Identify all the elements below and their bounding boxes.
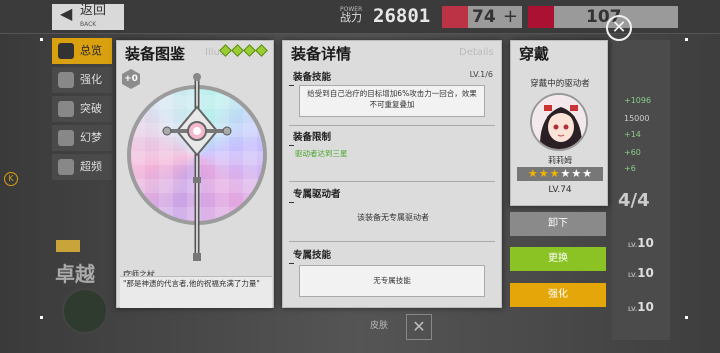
overclock-icon bbox=[58, 159, 74, 175]
slot-count: 4/4 bbox=[618, 190, 650, 211]
star-tag bbox=[528, 6, 554, 28]
breakthrough-icon bbox=[58, 101, 74, 117]
hint-tag bbox=[56, 240, 80, 252]
skill-section-title: 装备技能 bbox=[288, 69, 331, 86]
star-icon: ★ bbox=[538, 167, 549, 180]
rarity-diamond-icon bbox=[243, 44, 256, 57]
exclusive-skill-text: 无专属技能 bbox=[299, 265, 485, 297]
power-label-cn: 战力 bbox=[340, 11, 362, 24]
back-sub-label: BACK bbox=[80, 21, 97, 28]
side-item-label: 总览 bbox=[80, 44, 102, 57]
side-item-overview[interactable]: 总览 bbox=[52, 38, 112, 64]
swap-icon[interactable]: ✕ bbox=[406, 314, 432, 340]
star-icon: ★ bbox=[582, 167, 593, 180]
rarity-diamond-icon bbox=[231, 44, 244, 57]
bg-stat-value: +14 bbox=[624, 130, 641, 139]
bg-slot-level: LV.10 bbox=[628, 300, 654, 314]
codex-title: 装备图鉴 bbox=[125, 45, 186, 63]
driver-stars: ★ ★ ★ ★ ★ ★ bbox=[517, 167, 603, 181]
section-divider bbox=[289, 241, 495, 242]
driver-avatar[interactable] bbox=[530, 93, 588, 151]
power-label: POWER 战力 bbox=[340, 6, 362, 24]
back-arrow-icon: ◀ bbox=[60, 4, 73, 23]
bg-stat-value: +1096 bbox=[624, 96, 652, 105]
skin-label: 皮肤 bbox=[370, 321, 389, 331]
side-item-label: 突破 bbox=[80, 102, 102, 115]
back-label: 返回 bbox=[80, 3, 107, 18]
rarity-diamonds bbox=[219, 44, 268, 57]
k-badge-icon[interactable]: K bbox=[4, 172, 18, 186]
close-button[interactable]: ✕ bbox=[606, 15, 632, 41]
restrict-section-title: 装备限制 bbox=[288, 129, 331, 146]
star-icon: ★ bbox=[560, 167, 571, 180]
details-title-en: Details bbox=[459, 47, 494, 58]
star-icon: ★ bbox=[527, 167, 538, 180]
bg-stat-value: 15000 bbox=[624, 114, 650, 123]
close-icon: ✕ bbox=[611, 17, 627, 38]
lv-value: 10 bbox=[637, 236, 654, 250]
corner-marker bbox=[685, 316, 688, 319]
star-icon: ★ bbox=[549, 167, 560, 180]
side-item-dream-wedge[interactable]: 幻梦楔 bbox=[52, 125, 112, 170]
bg-slot-level: LV.10 bbox=[628, 236, 654, 250]
exclusive-driver-text: 该装备无专属驱动者 bbox=[357, 213, 429, 222]
side-item-overclock[interactable]: 超频 bbox=[52, 154, 112, 180]
restrict-text: 驱动者达到三星 bbox=[295, 149, 348, 158]
skill-level: LV.1/6 bbox=[469, 70, 493, 79]
side-item-label: 强化 bbox=[80, 73, 102, 86]
side-menu: 总览 强化 突破 幻梦楔 超频 bbox=[52, 38, 112, 183]
rank-text: 卓越 bbox=[55, 262, 95, 286]
corner-marker bbox=[685, 38, 688, 41]
lv-value: 10 bbox=[637, 266, 654, 280]
side-item-breakthrough[interactable]: 突破 bbox=[52, 96, 112, 122]
wear-subtitle: 穿戴中的驱动者 bbox=[530, 79, 590, 89]
staff-icon bbox=[162, 73, 232, 261]
lv-prefix: LV. bbox=[628, 306, 638, 313]
equip-quote: "那是神遗的代言者,他的祝福充满了力量" bbox=[120, 276, 272, 308]
level-plus-button[interactable]: + bbox=[503, 6, 518, 27]
details-panel: 装备详情 Details 装备技能 LV.1/6 给受到自己治疗的目标增加6%攻… bbox=[282, 40, 502, 308]
enhance-icon bbox=[58, 72, 74, 88]
bg-stat-value: +6 bbox=[624, 164, 636, 173]
background-avatar[interactable] bbox=[62, 288, 108, 334]
rarity-diamond-icon bbox=[255, 44, 268, 57]
level-box: 74 + bbox=[442, 6, 522, 28]
star-icon: ★ bbox=[571, 167, 582, 180]
back-button[interactable]: ◀ 返回 BACK bbox=[52, 4, 124, 30]
skill-description: 给受到自己治疗的目标增加6%攻击力一回合，效果不可重复叠加 bbox=[299, 85, 485, 117]
section-divider bbox=[289, 125, 495, 126]
dream-wedge-icon bbox=[58, 130, 74, 146]
wear-panel: 穿戴 穿戴中的驱动者 莉莉姆 ★ ★ ★ ★ ★ ★ LV.74 bbox=[510, 40, 608, 206]
lv-value: 10 bbox=[637, 300, 654, 314]
overview-icon bbox=[58, 43, 74, 59]
rarity-diamond-icon bbox=[219, 44, 232, 57]
driver-name: 莉莉姆 bbox=[548, 156, 572, 165]
wear-title: 穿戴 bbox=[519, 45, 550, 63]
change-button[interactable]: 更换 bbox=[510, 247, 606, 271]
power-value: 26801 bbox=[373, 5, 431, 27]
bg-slot-level: LV.10 bbox=[628, 266, 654, 280]
driver-portrait-icon bbox=[532, 95, 586, 149]
codex-panel: 装备图鉴 Illus +0 疗师之杖 生命38 防御12 bbox=[116, 40, 274, 308]
corner-marker bbox=[40, 38, 43, 41]
side-item-enhance[interactable]: 强化 bbox=[52, 67, 112, 93]
exclusive-skill-title: 专属技能 bbox=[288, 247, 331, 264]
unequip-button[interactable]: 卸下 bbox=[510, 212, 606, 236]
exclusive-driver-title: 专属驱动者 bbox=[289, 186, 341, 203]
lv-prefix: LV. bbox=[628, 272, 638, 279]
corner-marker bbox=[40, 316, 43, 319]
details-title: 装备详情 bbox=[291, 45, 352, 63]
star-box: 107 bbox=[528, 6, 678, 28]
bg-stat-value: +60 bbox=[624, 148, 641, 157]
section-divider bbox=[289, 181, 495, 182]
side-item-label: 超频 bbox=[80, 160, 102, 173]
enhance-button[interactable]: 强化 bbox=[510, 283, 606, 307]
driver-level: LV.74 bbox=[548, 185, 572, 195]
lv-prefix: LV. bbox=[628, 242, 638, 249]
level-value: 74 bbox=[472, 7, 496, 27]
level-tag bbox=[442, 6, 468, 28]
